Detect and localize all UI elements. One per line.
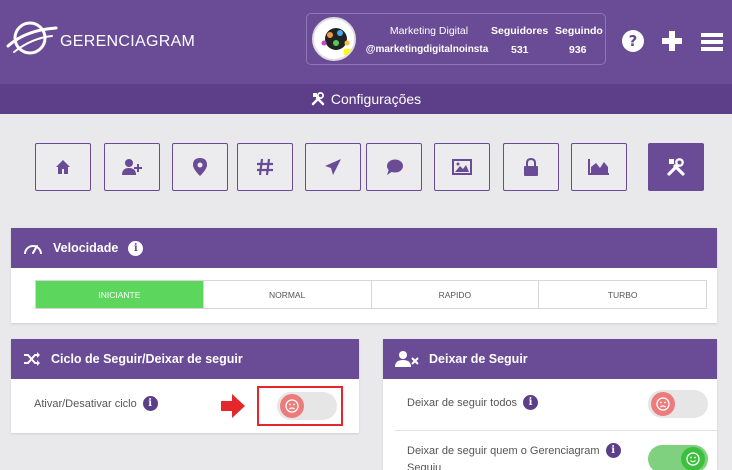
- cycle-title: Ciclo de Seguir/Deixar de seguir: [51, 352, 243, 366]
- cycle-toggle-label: Ativar/Desativar ciclo: [34, 397, 137, 410]
- unfollow-title: Deixar de Seguir: [429, 352, 528, 366]
- top-header: GERENCIAGRAM Marketing Digital @marketin…: [0, 0, 732, 84]
- unfollow-followed-label-cont: Seguiu: [407, 462, 442, 470]
- followers-count: 531: [511, 44, 529, 56]
- unfollow-all-toggle[interactable]: [648, 390, 708, 418]
- profile-handle: @marketingdigitalnoinsta: [365, 44, 489, 55]
- send-icon: [325, 159, 341, 175]
- menu-icon[interactable]: [701, 32, 723, 52]
- info-icon[interactable]: i: [605, 443, 621, 458]
- svg-text:?: ?: [629, 32, 638, 50]
- unfollow-all-label: Deixar de seguir todos: [407, 396, 518, 409]
- hashtag-icon: [257, 158, 273, 176]
- nav-chart[interactable]: [571, 143, 627, 191]
- nav-lock[interactable]: [503, 143, 559, 191]
- arrow-right-icon: [221, 394, 245, 418]
- chart-icon: [588, 159, 609, 175]
- cycle-toggle[interactable]: [277, 392, 337, 420]
- speed-option-normal[interactable]: NORMAL: [204, 281, 372, 308]
- remove-user-icon: [395, 351, 419, 367]
- avatar: [312, 17, 356, 61]
- nav-add-user[interactable]: [104, 143, 160, 191]
- home-icon: [56, 160, 70, 174]
- add-icon[interactable]: [661, 30, 683, 52]
- nav-home[interactable]: [35, 143, 91, 191]
- nav-tools[interactable]: [648, 143, 704, 191]
- info-icon[interactable]: i: [142, 396, 158, 411]
- info-icon[interactable]: i: [128, 240, 144, 256]
- unfollow-followed-toggle[interactable]: [648, 445, 708, 470]
- lock-icon: [524, 158, 538, 176]
- speed-option-rapido[interactable]: RAPIDO: [372, 281, 540, 308]
- unfollow-followed-row: Deixar de seguir quem o Gerenciagram i S…: [407, 443, 621, 470]
- speed-panel-header: Velocidade i: [11, 228, 717, 268]
- page-title: Configurações: [330, 91, 422, 107]
- profile-name: Marketing Digital: [389, 25, 469, 37]
- brand-name: GERENCIAGRAM: [60, 33, 196, 50]
- profile-card[interactable]: Marketing Digital @marketingdigitalnoins…: [306, 13, 606, 65]
- cycle-panel-header: Ciclo de Seguir/Deixar de seguir: [11, 339, 359, 379]
- comment-icon: [387, 159, 403, 175]
- location-icon: [193, 158, 207, 176]
- toggle-knob-on: [681, 447, 705, 470]
- nav-send[interactable]: [305, 143, 361, 191]
- speed-panel: Velocidade i INICIANTE NORMAL RAPIDO TUR…: [11, 228, 717, 323]
- sad-face-icon: [656, 397, 670, 411]
- info-icon[interactable]: i: [523, 395, 539, 410]
- help-icon[interactable]: ?: [622, 30, 644, 52]
- unfollow-all-row: Deixar de seguir todos i: [407, 395, 539, 410]
- add-user-icon: [122, 159, 142, 175]
- speedometer-icon: [24, 245, 42, 255]
- following-label: Seguindo: [555, 25, 603, 37]
- speed-selector: INICIANTE NORMAL RAPIDO TURBO: [35, 280, 707, 309]
- sad-face-icon: [285, 399, 299, 413]
- unfollow-followed-label: Deixar de seguir quem o Gerenciagram: [407, 444, 600, 457]
- divider: [395, 430, 717, 431]
- nav-hashtag[interactable]: [237, 143, 293, 191]
- speed-option-iniciante[interactable]: INICIANTE: [36, 281, 204, 308]
- cycle-toggle-row: Ativar/Desativar ciclo i: [34, 396, 158, 411]
- speed-option-turbo[interactable]: TURBO: [539, 281, 706, 308]
- following-count: 936: [569, 44, 587, 56]
- toggle-knob-off: [280, 394, 304, 418]
- followers-label: Seguidores: [491, 25, 549, 37]
- speed-title: Velocidade: [53, 241, 119, 255]
- toggle-knob-off: [651, 392, 675, 416]
- tools-icon: [667, 158, 685, 176]
- unfollow-panel-header: Deixar de Seguir: [383, 339, 717, 379]
- nav-image[interactable]: [434, 143, 490, 191]
- gerenciagram-logo: [6, 21, 58, 55]
- happy-face-icon: [686, 452, 700, 466]
- shuffle-icon: [24, 352, 40, 366]
- settings-subheader: Configurações: [0, 84, 732, 114]
- image-icon: [452, 159, 472, 175]
- nav-location[interactable]: [172, 143, 228, 191]
- nav-comment[interactable]: [366, 143, 422, 191]
- tools-icon: [311, 92, 325, 106]
